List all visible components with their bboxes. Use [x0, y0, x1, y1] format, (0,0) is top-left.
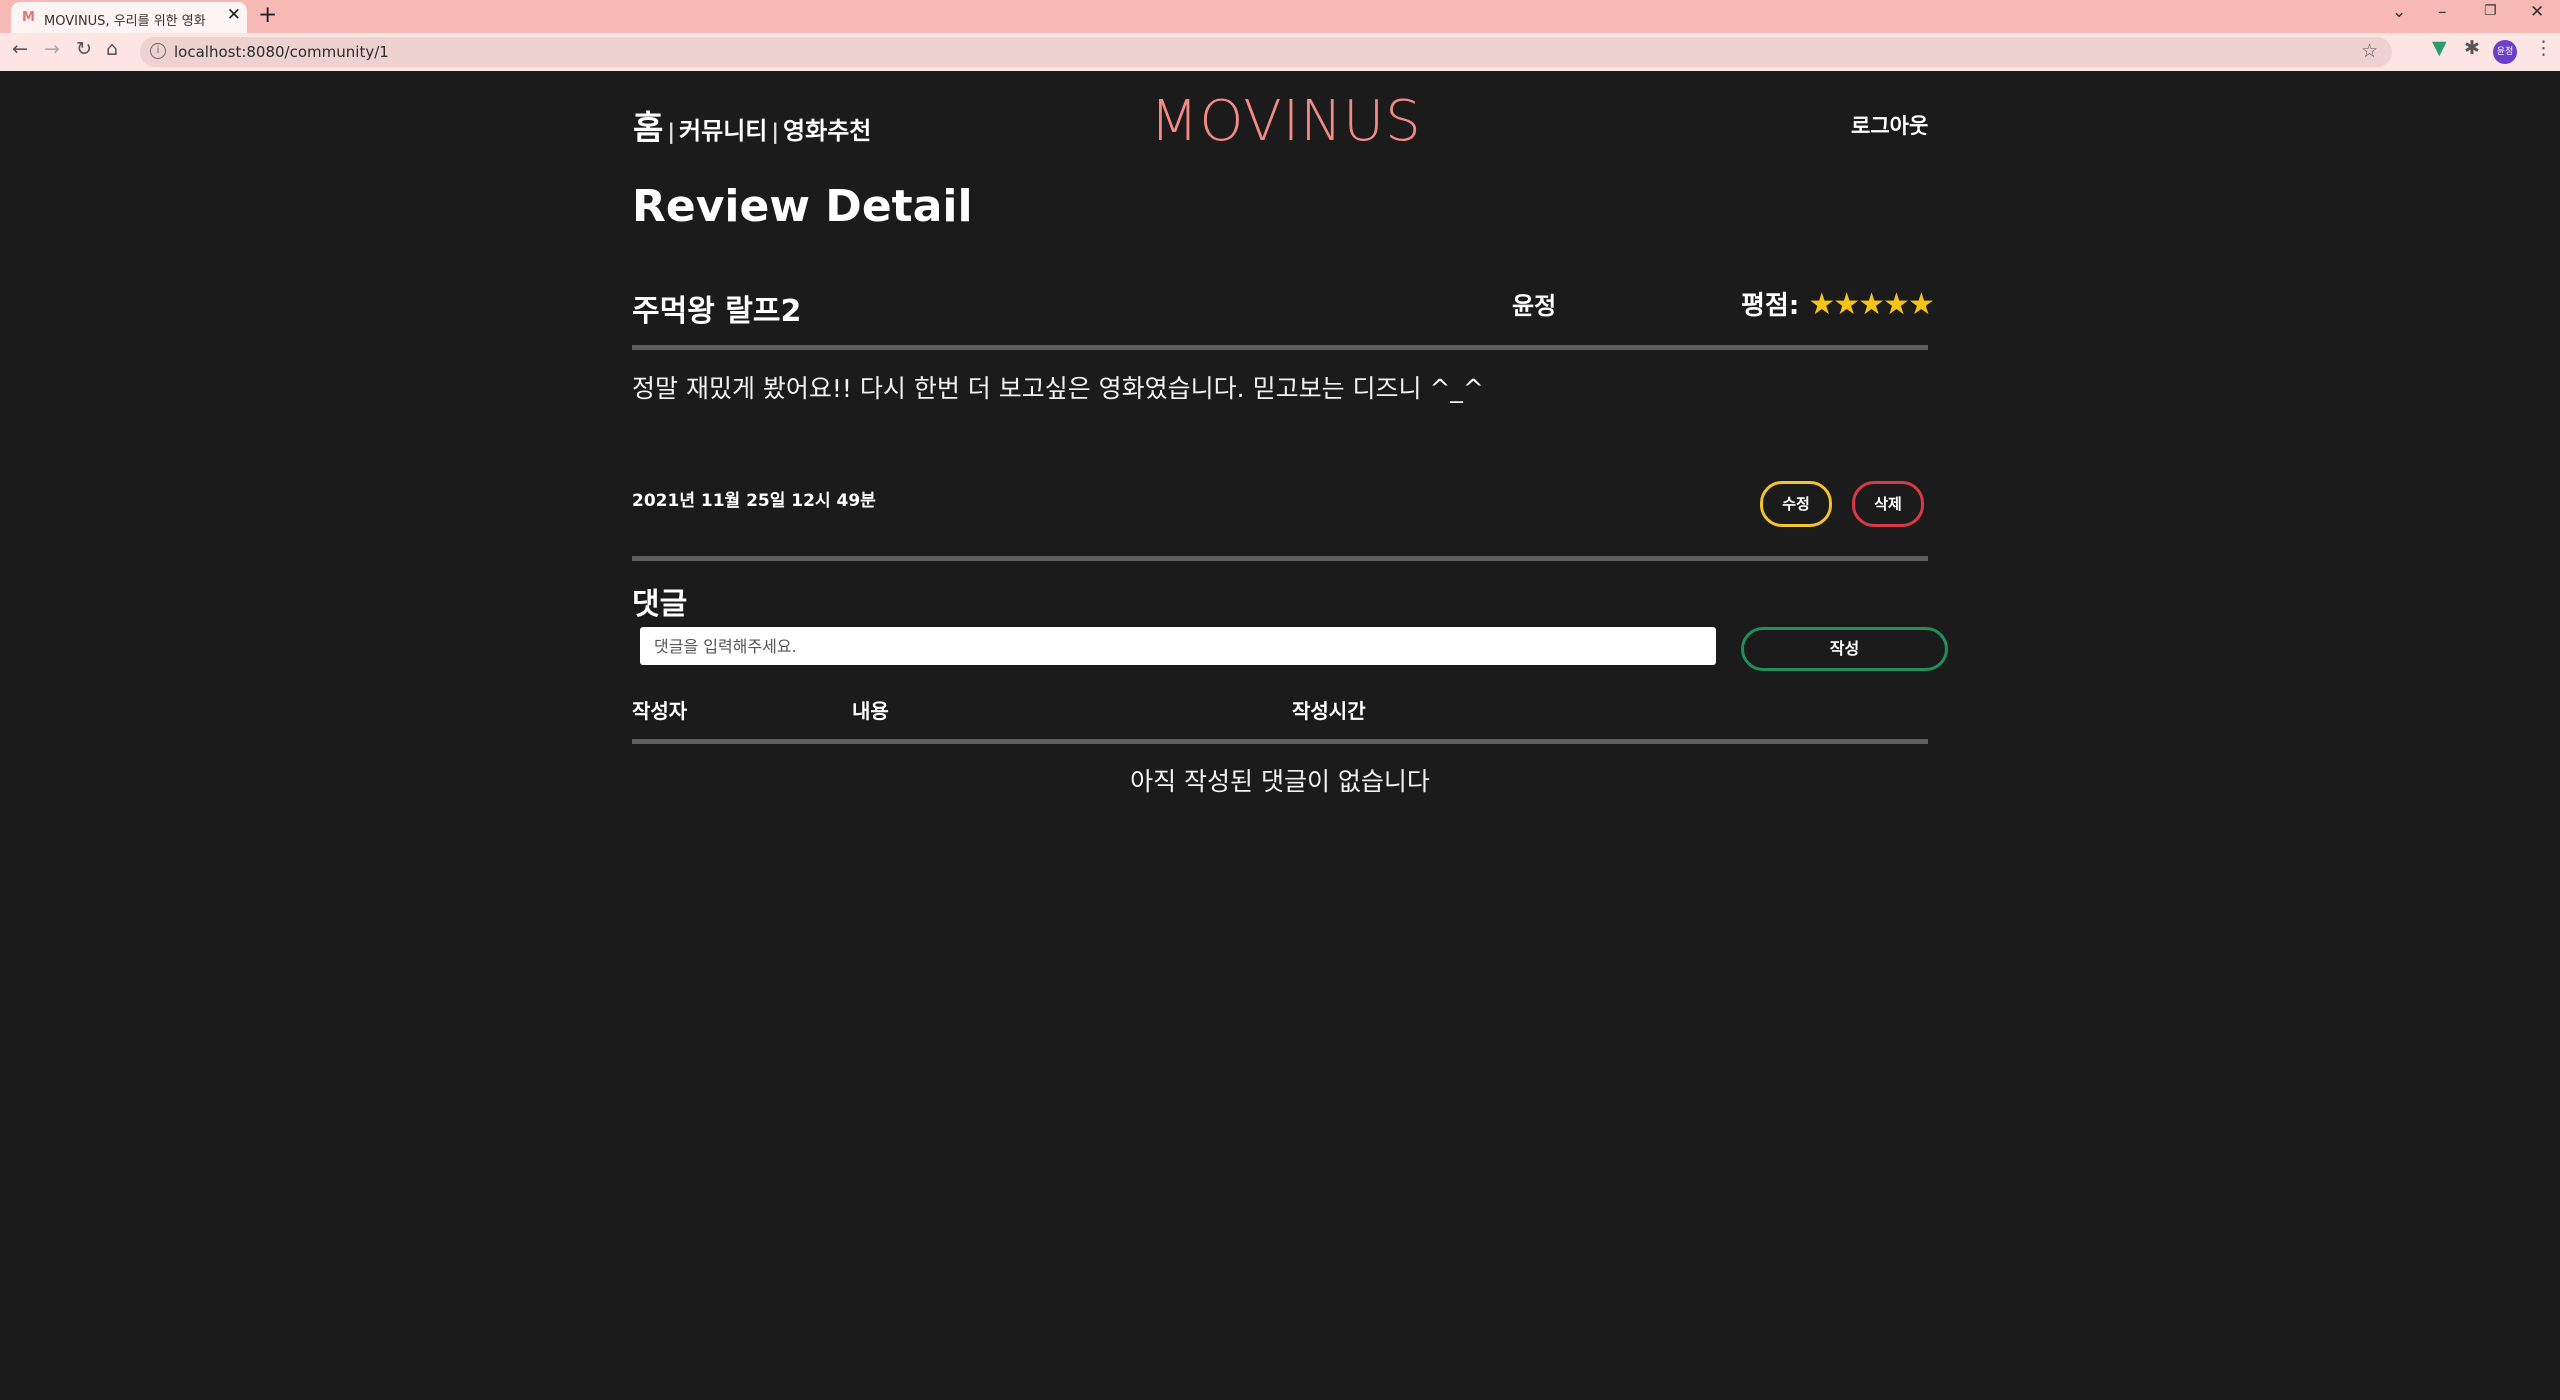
browser-tab-bar: M MOVINUS, 우리를 위한 영화 ✕ + ⌄ – ❐ ✕ [0, 0, 2560, 33]
favicon-icon: M [22, 10, 35, 25]
nav-separator: | [667, 120, 676, 144]
restore-icon[interactable]: ❐ [2484, 4, 2497, 18]
nav-home-link[interactable]: 홈 [633, 108, 663, 147]
minimize-icon[interactable]: – [2438, 4, 2447, 21]
close-window-icon[interactable]: ✕ [2530, 4, 2544, 21]
close-tab-icon[interactable]: ✕ [227, 7, 241, 24]
nav-recommend-link[interactable]: 영화추천 [783, 117, 871, 145]
empty-comments-message: 아직 작성된 댓글이 없습니다 [1130, 767, 1430, 796]
address-bar: ← → ↻ ⌂ i localhost:8080/community/1 ☆ ▼… [0, 33, 2560, 72]
edit-button[interactable]: 수정 [1760, 481, 1832, 527]
divider [632, 739, 1928, 744]
rating: 평점: ★★★★★ [1741, 285, 1935, 322]
column-header-author: 작성자 [632, 699, 688, 723]
movie-title: 주먹왕 랄프2 [632, 294, 802, 329]
url-text: localhost:8080/community/1 [174, 43, 389, 61]
new-tab-icon[interactable]: + [258, 4, 277, 27]
avatar[interactable]: 윤정 [2493, 40, 2517, 64]
submit-comment-button[interactable]: 작성 [1741, 627, 1948, 671]
comments-title: 댓글 [632, 587, 688, 622]
back-icon[interactable]: ← [12, 40, 28, 59]
home-icon[interactable]: ⌂ [106, 40, 118, 59]
browser-tab[interactable]: M MOVINUS, 우리를 위한 영화 ✕ [11, 2, 247, 33]
reload-icon[interactable]: ↻ [76, 40, 92, 59]
divider [632, 556, 1928, 561]
nav-separator: | [771, 120, 780, 144]
main-nav: 홈 | 커뮤니티 | 영화추천 [633, 101, 871, 149]
tab-title: MOVINUS, 우리를 위한 영화 [44, 14, 206, 29]
logout-link[interactable]: 로그아웃 [1851, 110, 1928, 140]
site-logo[interactable]: MOVINUS [1150, 89, 1422, 154]
column-header-content: 내용 [852, 699, 889, 723]
vue-extension-icon[interactable]: ▼ [2432, 39, 2447, 58]
info-icon[interactable]: i [150, 43, 166, 59]
bookmark-star-icon[interactable]: ☆ [2361, 40, 2378, 62]
forward-icon[interactable]: → [44, 40, 60, 59]
tab-search-icon[interactable]: ⌄ [2392, 4, 2406, 21]
delete-button[interactable]: 삭제 [1852, 481, 1924, 527]
page-title: Review Detail [632, 181, 973, 232]
star-rating-icon: ★★★★★ [1808, 287, 1934, 322]
divider [632, 345, 1928, 350]
review-author: 윤정 [1512, 292, 1557, 320]
url-bar[interactable]: i localhost:8080/community/1 ☆ [140, 37, 2392, 67]
comment-input[interactable] [640, 627, 1716, 665]
rating-label: 평점: [1741, 291, 1800, 321]
page: 홈 | 커뮤니티 | 영화추천 MOVINUS 로그아웃 Review Detail 주… [0, 71, 2560, 1400]
column-header-time: 작성시간 [1292, 699, 1366, 723]
review-date: 2021년 11월 25일 12시 49분 [632, 491, 876, 511]
extensions-puzzle-icon[interactable]: ✱ [2464, 39, 2480, 58]
menu-icon[interactable]: ⋮ [2534, 39, 2553, 58]
nav-community-link[interactable]: 커뮤니티 [679, 117, 767, 145]
review-content: 정말 재밌게 봤어요!! 다시 한번 더 보고싶은 영화였습니다. 믿고보는 디… [632, 374, 1484, 403]
